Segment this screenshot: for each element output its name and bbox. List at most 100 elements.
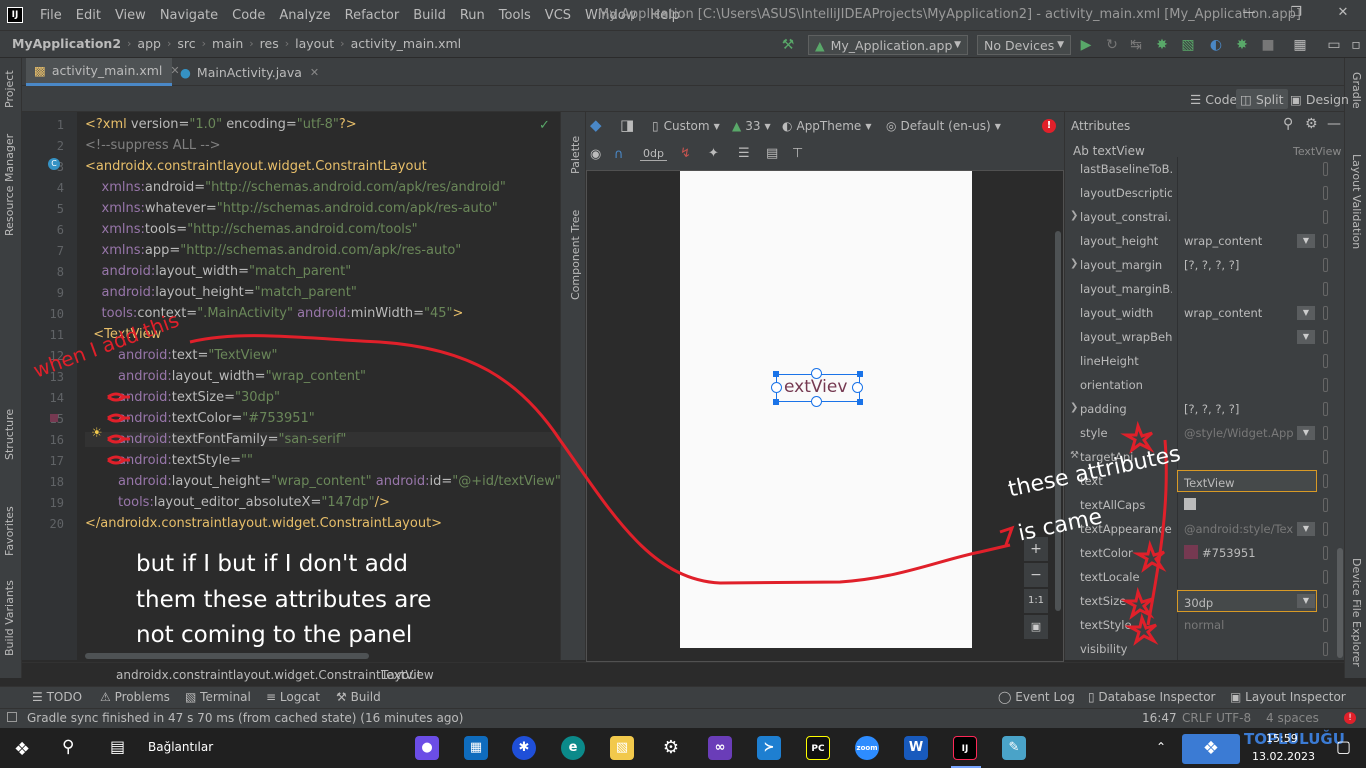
favorites-tool-button[interactable]: Favorites — [3, 506, 16, 556]
caret-position[interactable]: 16:47 — [1142, 711, 1177, 725]
bluetooth-icon[interactable]: ✱ — [512, 736, 536, 760]
menu-vcs[interactable]: VCS — [538, 8, 578, 23]
code-line[interactable]: <androidx.constraintlayout.widget.Constr… — [85, 159, 427, 174]
theme-selector[interactable]: ◐ AppTheme ▼ — [782, 119, 871, 133]
attribute-resource-icon[interactable] — [1323, 354, 1328, 368]
component-tree-tool-button[interactable]: Component Tree — [569, 210, 582, 300]
api-selector[interactable]: ▲ 33 ▼ — [732, 119, 771, 133]
attribute-value[interactable] — [1177, 637, 1317, 660]
attribute-row[interactable]: textColor #753951 — [1065, 541, 1344, 565]
attribute-resource-icon[interactable] — [1323, 450, 1328, 464]
attribute-row[interactable]: lastBaselineToB... — [1065, 157, 1344, 181]
attribute-value[interactable]: wrap_content — [1177, 301, 1317, 325]
intellij-icon[interactable]: IJ — [953, 736, 977, 760]
menu-file[interactable]: File — [33, 8, 69, 23]
tab-activity-main-xml[interactable]: ▩ activity_main.xml ✕ — [26, 58, 180, 86]
checkbox[interactable] — [1184, 498, 1196, 510]
design-view-button[interactable]: ▣ Design — [1286, 89, 1353, 109]
breadcrumb-textview[interactable]: TextView — [381, 668, 434, 682]
attribute-resource-icon[interactable] — [1323, 402, 1328, 416]
attribute-value[interactable] — [1177, 205, 1317, 229]
locale-selector[interactable]: ◎ Default (en-us) ▼ — [886, 119, 1001, 133]
chevron-down-icon[interactable]: ▼ — [1297, 330, 1315, 344]
infer-constraints-icon[interactable]: ✦ — [708, 146, 719, 161]
code-line[interactable]: android:layout_height="wrap_content" and… — [85, 474, 560, 489]
pycharm-icon[interactable]: PC — [806, 736, 830, 760]
chevron-right-icon[interactable]: ❯ — [1070, 258, 1078, 269]
code-line[interactable]: android:layout_width="wrap_content" — [85, 369, 366, 384]
sdk-manager-icon[interactable]: ▫ — [1346, 35, 1366, 55]
horizontal-scrollbar[interactable] — [85, 653, 369, 659]
apply-changes-icon[interactable]: ↹ — [1126, 35, 1146, 55]
status-toggle-icon[interactable] — [7, 712, 17, 722]
attribute-resource-icon[interactable] — [1323, 474, 1328, 488]
indent[interactable]: 4 spaces — [1266, 711, 1319, 725]
canvas-scrollbar[interactable] — [1055, 231, 1061, 611]
attribute-value[interactable] — [1177, 277, 1317, 301]
encoding[interactable]: CRLF UTF-8 — [1182, 711, 1251, 725]
menu-edit[interactable]: Edit — [69, 8, 108, 23]
rerun-icon[interactable]: ↻ — [1102, 35, 1122, 55]
breadcrumb-root[interactable]: androidx.constraintlayout.widget.Constra… — [116, 668, 421, 682]
problems-tool-button[interactable]: ⚠ Problems — [100, 690, 170, 704]
attribute-row[interactable]: lineHeight — [1065, 349, 1344, 373]
build-variants-tool-button[interactable]: Build Variants — [3, 580, 16, 656]
attribute-value[interactable] — [1177, 493, 1317, 517]
coverage-icon[interactable]: ▧ — [1178, 35, 1198, 55]
stop-icon[interactable]: ■ — [1258, 35, 1278, 55]
device-manager-icon[interactable]: ▭ — [1324, 35, 1344, 55]
clock-date[interactable]: 13.02.2023 — [1252, 750, 1315, 763]
attribute-row[interactable]: textLocale — [1065, 565, 1344, 589]
tab-mainactivity-java[interactable]: ● MainActivity.java ✕ — [172, 58, 319, 86]
attribute-row[interactable]: ❯ layout_margin [?, ?, ?, ?] — [1065, 253, 1344, 277]
attribute-value[interactable]: TextView — [1177, 470, 1317, 492]
menu-tools[interactable]: Tools — [492, 8, 538, 23]
attribute-row[interactable]: textAllCaps — [1065, 493, 1344, 517]
attribute-resource-icon[interactable] — [1323, 234, 1328, 248]
layout-inspector-tool-button[interactable]: ▣ Layout Inspector — [1230, 690, 1346, 704]
attribute-value[interactable] — [1177, 181, 1317, 205]
store-icon[interactable]: ▦ — [464, 736, 488, 760]
zoom-to-fit-button[interactable]: ▣ — [1024, 615, 1048, 639]
chevron-right-icon[interactable]: ❯ — [1070, 402, 1078, 413]
eye-icon[interactable]: ◉ — [590, 147, 601, 162]
visual-studio-icon[interactable]: ∞ — [708, 736, 732, 760]
zoom-icon[interactable]: zoom — [855, 736, 879, 760]
code-line[interactable]: <?xml version="1.0" encoding="utf-8"?> — [85, 117, 357, 132]
notifications-icon[interactable]: ▢ — [1336, 737, 1351, 756]
attribute-value[interactable]: [?, ?, ?, ?] — [1177, 397, 1317, 421]
attribute-resource-icon[interactable] — [1323, 162, 1328, 176]
chevron-down-icon[interactable]: ▼ — [1297, 426, 1315, 440]
menu-refactor[interactable]: Refactor — [338, 8, 407, 23]
breadcrumb-item[interactable]: MyApplication2 — [12, 36, 121, 51]
attribute-row[interactable]: style @style/Widget.App ▼ — [1065, 421, 1344, 445]
attribute-row[interactable]: layout_height wrap_content ▼ — [1065, 229, 1344, 253]
attribute-row[interactable]: textStyle normal — [1065, 613, 1344, 637]
project-structure-icon[interactable]: ▦ — [1290, 35, 1310, 55]
class-marker-icon[interactable]: C — [48, 158, 60, 170]
textview-preview-text[interactable]: extViev — [784, 377, 847, 397]
attribute-row[interactable]: ❯ layout_constrai... — [1065, 205, 1344, 229]
menu-navigate[interactable]: Navigate — [153, 8, 225, 23]
layers-icon[interactable]: ◆ — [590, 116, 610, 136]
attribute-value[interactable]: 30dp — [1177, 590, 1317, 612]
selection-handle[interactable] — [771, 382, 782, 393]
run-config-select[interactable]: ▲ My_Application.app ▼ — [808, 35, 968, 55]
status-message[interactable]: Gradle sync finished in 47 s 70 ms (from… — [27, 711, 463, 725]
attribute-value[interactable] — [1177, 373, 1317, 397]
attribute-row[interactable]: layoutDescription — [1065, 181, 1344, 205]
vscode-icon[interactable]: ≻ — [757, 736, 781, 760]
code-line[interactable]: xmlns:tools="http://schemas.android.com/… — [85, 222, 418, 237]
code-line[interactable]: android:textFontFamily="san-serif" — [85, 432, 560, 447]
attribute-value[interactable]: #753951 — [1177, 541, 1317, 565]
debug-icon[interactable]: ✸ — [1152, 35, 1172, 55]
attribute-resource-icon[interactable] — [1323, 522, 1328, 536]
run-icon[interactable]: ▶ — [1076, 35, 1096, 55]
code-line[interactable]: tools:layout_editor_absoluteX="147dp"/> — [85, 495, 390, 510]
attribute-row[interactable]: textSize 30dp ▼ — [1065, 589, 1344, 613]
breadcrumb-item[interactable]: res — [260, 36, 279, 51]
device-selector[interactable]: ▯ Custom ▼ — [652, 119, 720, 133]
code-line[interactable]: android:layout_width="match_parent" — [85, 264, 352, 279]
close-icon[interactable]: ✕ — [310, 66, 319, 79]
chevron-down-icon[interactable]: ▼ — [1297, 234, 1315, 248]
